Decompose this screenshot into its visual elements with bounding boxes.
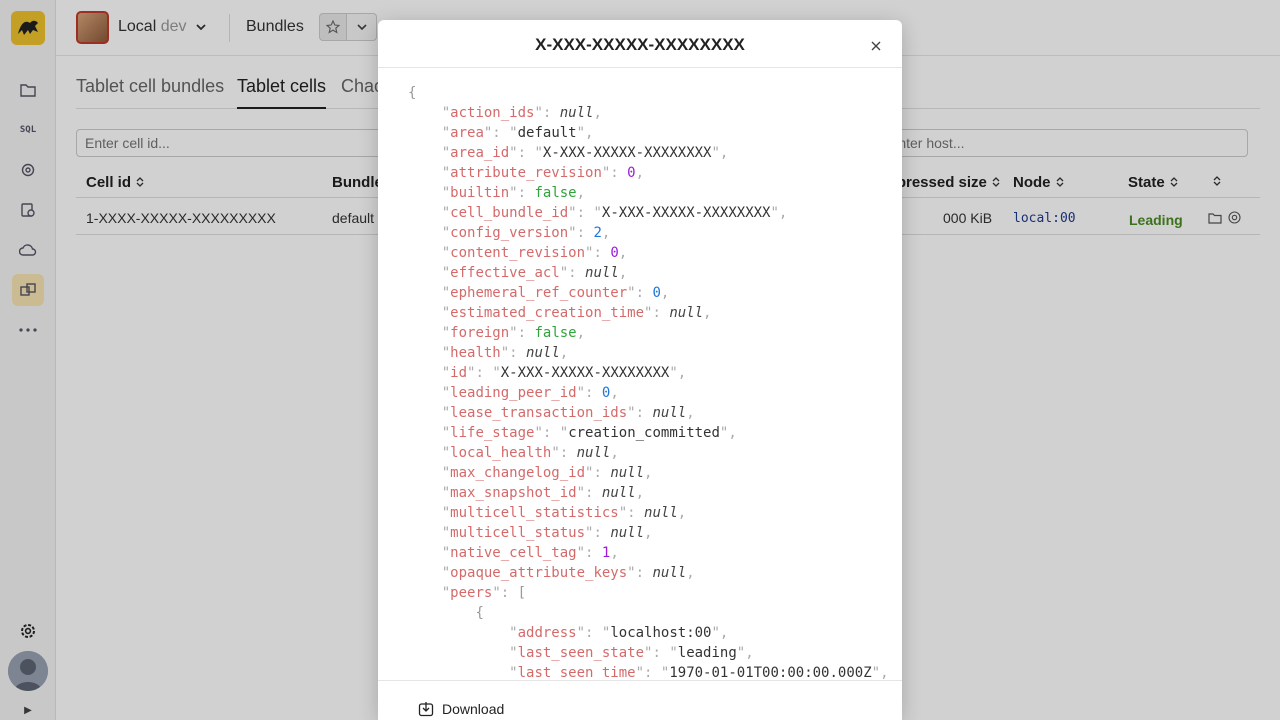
json-line: "id": "X-XXX-XXXXX-XXXXXXXX",	[441, 365, 687, 381]
json-line: "ephemeral_ref_counter": 0,	[441, 285, 670, 301]
json-key: id	[450, 365, 468, 381]
json-value: null	[652, 405, 687, 421]
json-value: default	[517, 125, 577, 141]
json-line: "multicell_status": null,	[441, 525, 653, 541]
json-line: "local_health": null,	[441, 445, 619, 461]
json-line: "estimated_creation_time": null,	[441, 305, 712, 321]
json-key: multicell_status	[450, 525, 586, 541]
json-line: "foreign": false,	[441, 325, 586, 341]
json-line: "area": "default",	[441, 125, 594, 141]
json-key: life_stage	[450, 425, 535, 441]
json-value: X-XXX-XXXXX-XXXXXXXX	[542, 145, 712, 161]
json-key: action_ids	[450, 105, 535, 121]
json-key: area_id	[450, 145, 510, 161]
json-key: local_health	[450, 445, 552, 461]
json-line: "opaque_attribute_keys": null,	[441, 565, 695, 581]
json-line: "peers": [	[441, 585, 527, 601]
json-key: content_revision	[450, 245, 586, 261]
json-value: null	[652, 565, 687, 581]
json-line: "cell_bundle_id": "X-XXX-XXXXX-XXXXXXXX"…	[441, 205, 788, 221]
json-line: "leading_peer_id": 0,	[441, 385, 619, 401]
json-key: foreign	[450, 325, 510, 341]
json-key: multicell_statistics	[450, 505, 619, 521]
json-key: lease_transaction_ids	[450, 405, 628, 421]
json-key: last_seen_time	[517, 665, 636, 680]
json-line: "lease_transaction_ids": null,	[441, 405, 695, 421]
json-line: "attribute_revision": 0,	[441, 165, 645, 181]
json-value: creation_committed	[568, 425, 720, 441]
json-key: builtin	[450, 185, 510, 201]
json-key: estimated_creation_time	[450, 305, 645, 321]
download-label: Download	[442, 701, 505, 717]
json-key: area	[450, 125, 484, 141]
download-icon	[418, 702, 434, 717]
json-line: "config_version": 2,	[441, 225, 611, 241]
json-key: peers	[450, 585, 493, 601]
json-key: health	[450, 345, 501, 361]
json-line: "action_ids": null,	[441, 105, 602, 121]
json-line: "multicell_statistics": null,	[441, 505, 687, 521]
json-line: {	[475, 605, 484, 621]
json-modal: X-XXX-XXXXX-XXXXXXXX { "action_ids": nul…	[378, 20, 902, 720]
json-line: {	[408, 85, 417, 101]
json-line: "health": null,	[441, 345, 569, 361]
json-line: "max_snapshot_id": null,	[441, 485, 645, 501]
json-key: native_cell_tag	[450, 545, 577, 561]
json-key: effective_acl	[450, 265, 560, 281]
json-key: leading_peer_id	[450, 385, 577, 401]
json-line: "last_seen_time": "1970-01-01T00:00:00.0…	[509, 665, 889, 680]
json-value: 0	[652, 285, 661, 301]
json-key: config_version	[450, 225, 569, 241]
json-key: attribute_revision	[450, 165, 602, 181]
json-value: false	[534, 185, 577, 201]
json-key: address	[517, 625, 577, 641]
json-line: "content_revision": 0,	[441, 245, 628, 261]
json-key: cell_bundle_id	[450, 205, 569, 221]
json-key: opaque_attribute_keys	[450, 565, 628, 581]
json-line: "native_cell_tag": 1,	[441, 545, 619, 561]
json-line: "last_seen_state": "leading",	[509, 645, 754, 661]
json-viewer: { "action_ids": null, "area": "default",…	[378, 68, 902, 680]
json-key: max_snapshot_id	[450, 485, 577, 501]
json-value: null	[601, 485, 636, 501]
json-key: max_changelog_id	[450, 465, 586, 481]
json-value: null	[576, 445, 611, 461]
json-value: null	[610, 525, 645, 541]
json-value: 1970-01-01T00:00:00.000Z	[669, 665, 872, 680]
json-line: "max_changelog_id": null,	[441, 465, 653, 481]
json-key: last_seen_state	[517, 645, 645, 661]
json-value: [	[517, 585, 527, 601]
json-value: null	[610, 465, 645, 481]
modal-title: X-XXX-XXXXX-XXXXXXXX	[535, 35, 745, 54]
modal-header: X-XXX-XXXXX-XXXXXXXX	[378, 20, 902, 68]
json-value: false	[534, 325, 577, 341]
json-value: leading	[677, 645, 737, 661]
json-value: 0	[627, 165, 636, 181]
json-value: null	[526, 345, 560, 361]
download-button[interactable]: Download	[418, 701, 504, 717]
json-value: localhost:00	[610, 625, 712, 641]
json-line: "address": "localhost:00",	[509, 625, 729, 641]
json-value: null	[559, 105, 594, 121]
json-value: 2	[593, 225, 602, 241]
json-value: null	[644, 505, 678, 521]
json-line: "effective_acl": null,	[441, 265, 628, 281]
json-value: 0	[610, 245, 619, 261]
close-icon[interactable]	[868, 38, 884, 54]
json-value: null	[669, 305, 704, 321]
json-line: "life_stage": "creation_committed",	[441, 425, 737, 441]
modal-footer: Download	[378, 680, 902, 720]
json-value: X-XXX-XXXXX-XXXXXXXX	[500, 365, 670, 381]
json-value: X-XXX-XXXXX-XXXXXXXX	[601, 205, 771, 221]
json-line: "builtin": false,	[441, 185, 586, 201]
json-key: ephemeral_ref_counter	[450, 285, 628, 301]
json-value: null	[585, 265, 619, 281]
json-line: "area_id": "X-XXX-XXXXX-XXXXXXXX",	[441, 145, 729, 161]
